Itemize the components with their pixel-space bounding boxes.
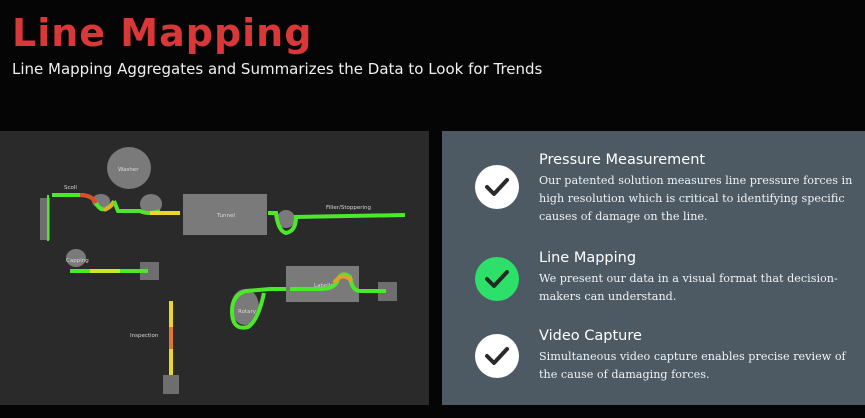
capping-label: Capping bbox=[66, 258, 89, 264]
line-map-diagram: Washer Tunnel Capping Labeller Rotary Sc… bbox=[0, 131, 429, 405]
check-icon bbox=[475, 165, 519, 209]
feature-title: Video Capture bbox=[539, 328, 642, 344]
check-icon bbox=[475, 257, 519, 301]
feature-description: Simultaneous video capture enables preci… bbox=[539, 350, 846, 381]
page-title: Line Mapping bbox=[12, 11, 313, 55]
filler-label: Filler/Stoppering bbox=[326, 205, 371, 211]
feature-title: Line Mapping bbox=[539, 250, 637, 266]
features-panel: Pressure Measurement Our patented soluti… bbox=[442, 131, 865, 405]
feature-description: We present our data in a visual format t… bbox=[539, 272, 838, 303]
page-subtitle: Line Mapping Aggregates and Summarizes t… bbox=[12, 60, 543, 78]
rotary-label: Rotary bbox=[238, 309, 257, 315]
washer-label: Washer bbox=[118, 167, 139, 173]
inspection-outfeed bbox=[163, 375, 179, 394]
scoll-label: Scoll bbox=[64, 185, 77, 191]
feature-title: Pressure Measurement bbox=[539, 152, 706, 168]
tunnel-label: Tunnel bbox=[216, 213, 235, 219]
feature-description: Our patented solution measures line pres… bbox=[539, 174, 853, 223]
check-icon bbox=[475, 334, 519, 378]
conveyor-alert-1 bbox=[79, 193, 98, 205]
inspection-label: Inspection bbox=[130, 333, 159, 339]
